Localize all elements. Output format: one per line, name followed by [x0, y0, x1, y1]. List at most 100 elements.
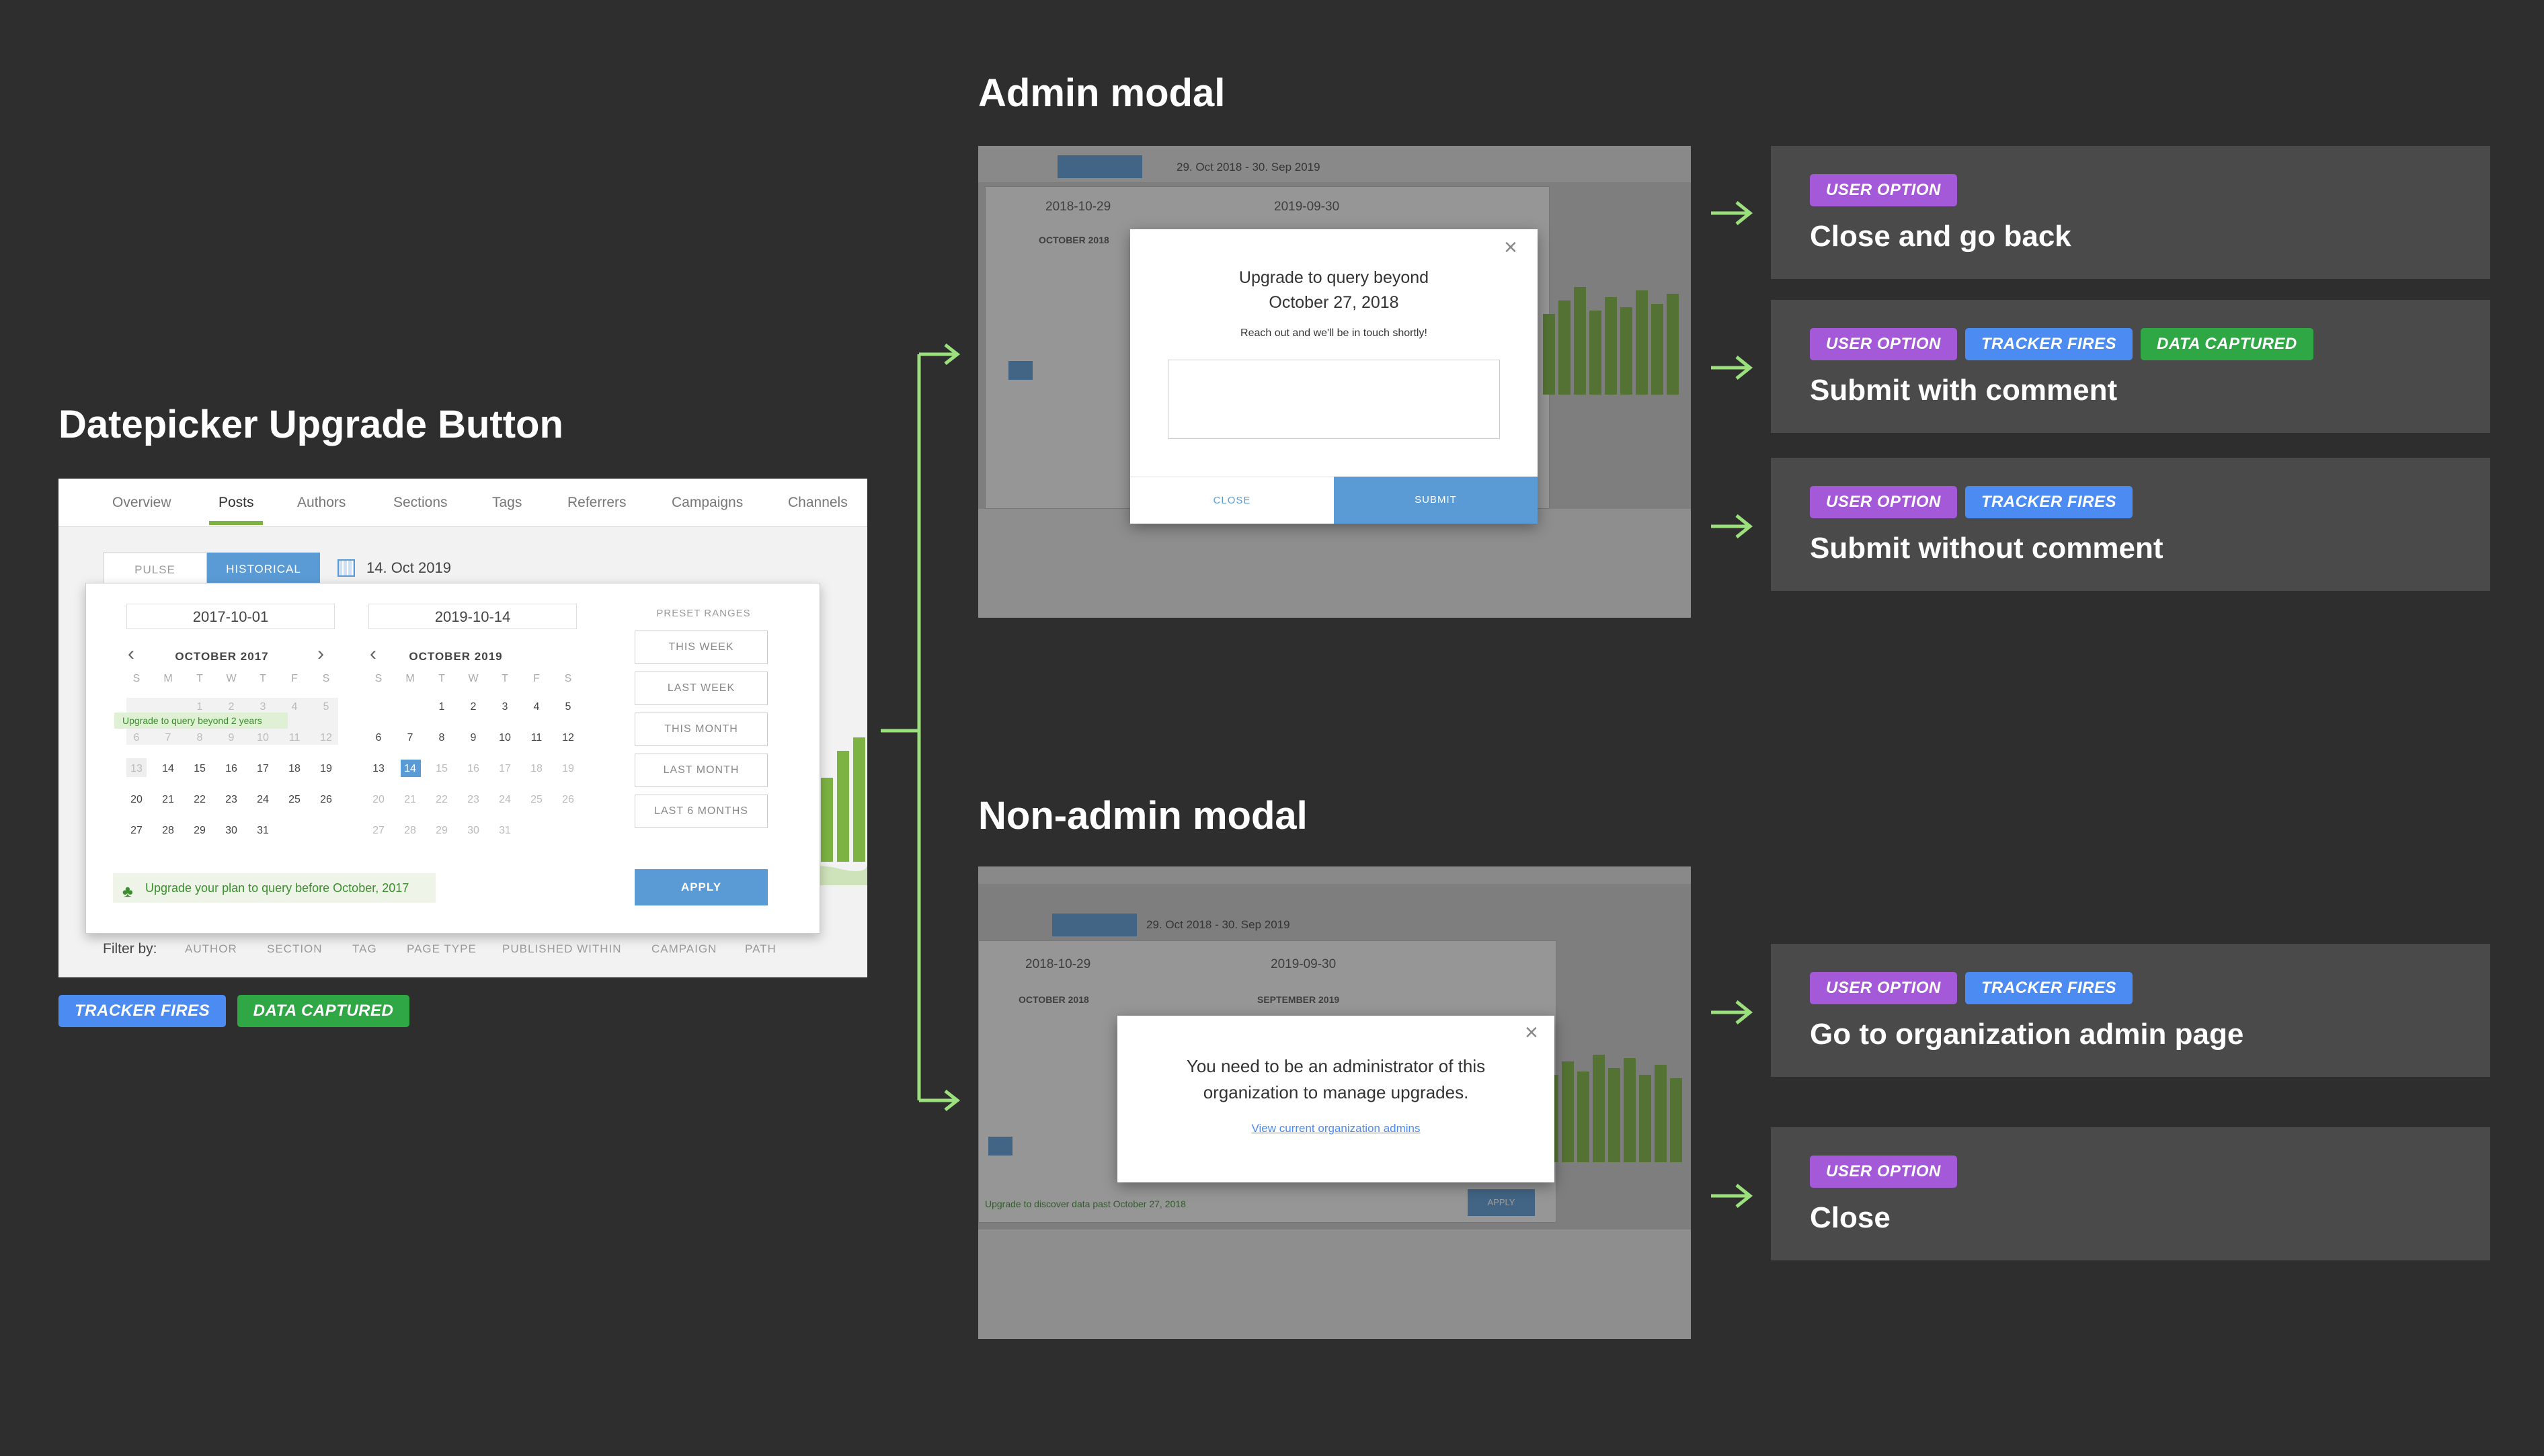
svg-text:15: 15 — [436, 763, 448, 774]
prev-month-right-icon[interactable]: ‹ — [370, 644, 376, 664]
svg-text:18: 18 — [288, 763, 301, 774]
svg-text:29: 29 — [436, 825, 448, 836]
svg-text:13: 13 — [372, 763, 385, 774]
left-month-label: OCTOBER 2017 — [175, 650, 269, 663]
filter-published-within[interactable]: PUBLISHED WITHIN — [502, 942, 622, 956]
calendar-left[interactable]: SMTWTFS 12345 6789101112 13 13 141516171… — [126, 672, 355, 840]
outcome-card: USER OPTION TRACKER FIRES DATA CAPTURED Su… — [1771, 300, 2490, 433]
outcome-card: USER OPTION Close — [1771, 1127, 2490, 1260]
upgrade-plan-label: Upgrade your plan to query before Octobe… — [145, 881, 409, 895]
datepicker-section-title: Datepicker Upgrade Button — [58, 403, 563, 446]
svg-text:15: 15 — [194, 763, 206, 774]
tab-referrers[interactable]: Referrers — [567, 495, 627, 511]
svg-text:31: 31 — [499, 825, 511, 836]
user-option-badge: USER OPTION — [1810, 1156, 1957, 1188]
upgrade-plan-button[interactable]: ♣ Upgrade your plan to query before Octo… — [113, 873, 436, 903]
svg-text:20: 20 — [130, 794, 143, 805]
svg-text:13: 13 — [130, 763, 143, 774]
filter-author[interactable]: AUTHOR — [185, 942, 237, 956]
tab-tags[interactable]: Tags — [492, 495, 522, 511]
prev-month-icon[interactable]: ‹ — [128, 644, 134, 664]
admin-modal-subtitle: Reach out and we'll be in touch shortly! — [1240, 327, 1427, 339]
data-captured-badge: DATA CAPTURED — [2141, 328, 2313, 360]
svg-text:25: 25 — [288, 794, 301, 805]
nav-tabs: Overview Posts Authors Sections Tags Ref… — [58, 479, 867, 527]
outcome-card: USER OPTION Close and go back — [1771, 146, 2490, 279]
svg-text:28: 28 — [404, 825, 416, 836]
svg-text:2: 2 — [229, 701, 235, 713]
svg-text:26: 26 — [562, 794, 574, 805]
end-date-input[interactable]: 2019-10-14 — [368, 604, 577, 629]
preset-this-month[interactable]: THIS MONTH — [635, 713, 768, 746]
admin-submit-button[interactable]: SUBMIT — [1334, 477, 1538, 524]
tab-authors[interactable]: Authors — [297, 495, 346, 511]
preset-last-week[interactable]: LAST WEEK — [635, 672, 768, 705]
outcome-title: Submit with comment — [1810, 374, 2118, 407]
nonadmin-close-icon[interactable]: × — [1525, 1020, 1538, 1046]
connector-lines — [881, 343, 961, 1111]
svg-text:11: 11 — [289, 732, 301, 743]
outcome-card: USER OPTION TRACKER FIRES Submit without … — [1771, 458, 2490, 591]
svg-text:24: 24 — [499, 794, 511, 805]
svg-text:M: M — [405, 673, 414, 684]
tab-sections[interactable]: Sections — [393, 495, 448, 511]
tab-posts[interactable]: Posts — [218, 495, 254, 511]
svg-text:1: 1 — [439, 701, 445, 713]
nonadmin-modal-screenshot: 29. Oct 2018 - 30. Sep 2019 2018-10-29 2… — [978, 866, 1691, 1339]
svg-text:3: 3 — [502, 701, 508, 713]
right-month-label: OCTOBER 2019 — [409, 650, 503, 663]
next-month-left-icon[interactable]: › — [317, 644, 324, 664]
svg-text:T: T — [196, 673, 203, 684]
svg-text:23: 23 — [225, 794, 237, 805]
svg-text:4: 4 — [534, 701, 540, 713]
admin-close-button[interactable]: CLOSE — [1130, 477, 1334, 524]
datepicker-dropdown: 2017-10-01 2019-10-14 ‹ OCTOBER 2017 › ‹… — [85, 583, 820, 934]
filter-section[interactable]: SECTION — [267, 942, 323, 956]
outcome-title: Close and go back — [1810, 220, 2071, 253]
svg-text:6: 6 — [376, 732, 382, 743]
svg-text:27: 27 — [372, 825, 385, 836]
historical-toggle[interactable]: HISTORICAL — [207, 553, 320, 586]
start-date-input[interactable]: 2017-10-01 — [126, 604, 335, 629]
date-display[interactable]: 14. Oct 2019 — [366, 559, 451, 577]
outcome-title: Go to organization admin page — [1810, 1018, 2244, 1051]
outcome-card: USER OPTION TRACKER FIRES Go to organizat… — [1771, 944, 2490, 1077]
tab-overview[interactable]: Overview — [112, 495, 171, 511]
tracker-fires-badge: TRACKER FIRES — [58, 995, 227, 1027]
admin-close-icon[interactable]: × — [1504, 235, 1517, 261]
svg-text:25: 25 — [530, 794, 543, 805]
svg-text:9: 9 — [229, 732, 235, 743]
filter-tag[interactable]: TAG — [352, 942, 377, 956]
nonadmin-modal: × You need to be an administrator of thi… — [1117, 1016, 1554, 1182]
preset-last-6-months[interactable]: LAST 6 MONTHS — [635, 795, 768, 828]
nonadmin-section-title: Non-admin modal — [978, 794, 1308, 838]
svg-text:2: 2 — [471, 701, 477, 713]
svg-text:S: S — [133, 673, 141, 684]
svg-text:F: F — [533, 673, 540, 684]
svg-text:F: F — [291, 673, 298, 684]
calendar-right[interactable]: SMTWTFS 12345 6 7 8 9 10 11 12 13 14 15 16 17 18 1… — [368, 672, 597, 840]
preset-this-week[interactable]: THIS WEEK — [635, 631, 768, 664]
user-option-badge: USER OPTION — [1810, 972, 1957, 1004]
tab-channels[interactable]: Channels — [788, 495, 848, 511]
svg-text:T: T — [502, 673, 508, 684]
svg-text:10: 10 — [499, 732, 511, 743]
tab-campaigns[interactable]: Campaigns — [672, 495, 743, 511]
preset-last-month[interactable]: LAST MONTH — [635, 754, 768, 787]
svg-text:1: 1 — [197, 701, 203, 713]
svg-text:21: 21 — [404, 794, 416, 805]
svg-text:M: M — [163, 673, 172, 684]
svg-text:S: S — [323, 673, 330, 684]
active-tab-underline — [209, 521, 263, 525]
svg-text:10: 10 — [257, 732, 269, 743]
svg-text:17: 17 — [499, 763, 511, 774]
svg-text:18: 18 — [530, 763, 543, 774]
view-admins-link[interactable]: View current organization admins — [1117, 1122, 1554, 1135]
filter-page-type[interactable]: PAGE TYPE — [407, 942, 477, 956]
apply-button[interactable]: APPLY — [635, 869, 768, 905]
filter-campaign[interactable]: CAMPAIGN — [651, 942, 717, 956]
admin-modal-title-line2: October 27, 2018 — [1269, 293, 1399, 312]
comment-textarea[interactable] — [1168, 360, 1500, 439]
pulse-toggle[interactable]: PULSE — [103, 553, 207, 586]
filter-path[interactable]: PATH — [745, 942, 777, 956]
